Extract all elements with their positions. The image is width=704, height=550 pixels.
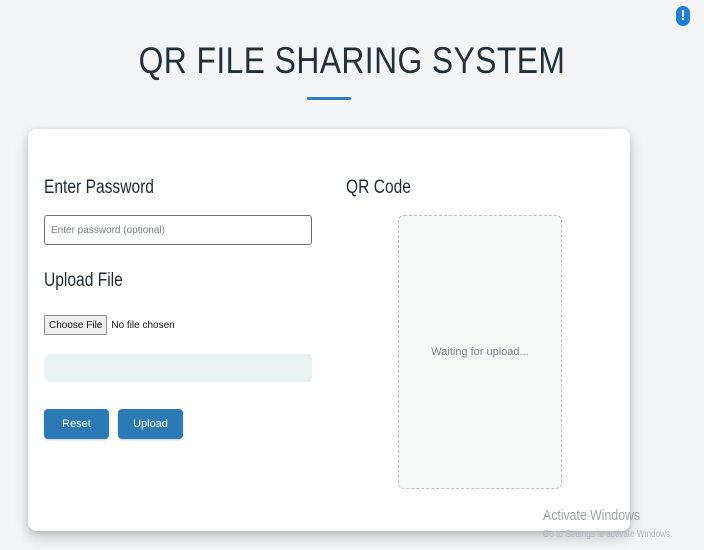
file-input[interactable]: Choose File No file chosen [44,315,175,335]
choose-file-button[interactable]: Choose File [44,315,108,335]
upload-progress-bar [44,354,312,382]
password-input[interactable] [44,215,312,245]
title-underline [307,97,351,100]
file-status-text: No file chosen [111,319,175,331]
windows-activation-title: Activate Windows [543,507,641,524]
qr-code-label: QR Code [346,177,411,198]
exclamation-icon[interactable]: ! [676,6,690,26]
windows-activation-subtitle: Go to Settings to activate Windows. [543,529,673,540]
qr-code-placeholder: Waiting for upload... [398,215,562,489]
reset-button[interactable]: Reset [44,409,109,439]
upload-card: Enter Password Upload File Choose File N… [28,129,630,531]
password-label: Enter Password [44,177,154,198]
upload-button[interactable]: Upload [118,409,183,439]
page-title: QR FILE SHARING SYSTEM [138,40,566,81]
upload-file-label: Upload File [44,270,123,291]
qr-status-text: Waiting for upload... [431,346,529,358]
